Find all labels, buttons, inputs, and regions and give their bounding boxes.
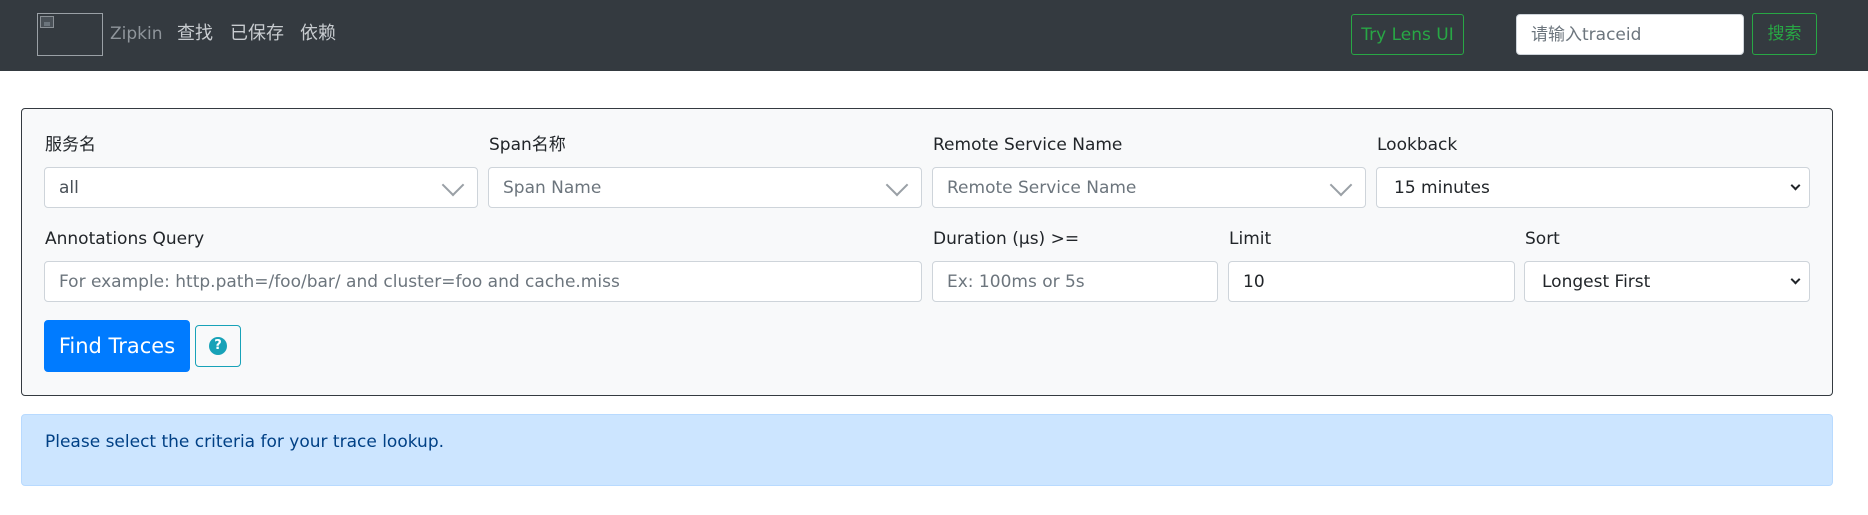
limit-input[interactable]: 10 — [1228, 261, 1515, 302]
chevron-down-icon — [1329, 173, 1353, 196]
sort-label: Sort — [1525, 229, 1560, 249]
service-name-select[interactable]: all — [44, 167, 478, 208]
lookback-label: Lookback — [1377, 135, 1458, 155]
duration-placeholder: Ex: 100ms or 5s — [947, 271, 1085, 292]
annotations-query-placeholder: For example: http.path=/foo/bar/ and clu… — [59, 271, 620, 292]
span-name-placeholder: Span Name — [503, 177, 602, 198]
info-alert: Please select the criteria for your trac… — [21, 414, 1833, 486]
help-button[interactable]: ? — [195, 325, 241, 367]
broken-image-icon — [40, 16, 54, 28]
zipkin-logo-image[interactable] — [37, 13, 103, 56]
sort-value: Longest First — [1542, 271, 1651, 292]
sort-select[interactable]: Longest First — [1524, 261, 1810, 302]
duration-label: Duration (μs) >= — [933, 229, 1080, 249]
find-traces-button[interactable]: Find Traces — [44, 320, 190, 372]
nav-link-dependencies[interactable]: 依赖 — [300, 23, 336, 45]
annotations-query-label: Annotations Query — [45, 229, 205, 249]
nav-link-find[interactable]: 查找 — [177, 23, 213, 45]
info-message: Please select the criteria for your trac… — [45, 432, 445, 452]
brand-name[interactable]: Zipkin — [110, 24, 163, 44]
remote-service-name-select[interactable]: Remote Service Name — [932, 167, 1366, 208]
remote-service-name-label: Remote Service Name — [933, 135, 1123, 155]
duration-input[interactable]: Ex: 100ms or 5s — [932, 261, 1218, 302]
annotations-query-input[interactable]: For example: http.path=/foo/bar/ and clu… — [44, 261, 922, 302]
try-lens-ui-button[interactable]: Try Lens UI — [1351, 14, 1464, 55]
search-form-panel: 服务名 Span名称 Remote Service Name Lookback … — [21, 108, 1833, 396]
nav-link-saved[interactable]: 已保存 — [230, 23, 284, 45]
chevron-down-icon — [441, 173, 465, 196]
traceid-search-button[interactable]: 搜索 — [1752, 13, 1817, 55]
span-name-select[interactable]: Span Name — [488, 167, 922, 208]
chevron-down-icon — [1790, 180, 1801, 190]
limit-label: Limit — [1229, 229, 1272, 249]
top-navbar: Zipkin 查找 已保存 依赖 Try Lens UI 搜索 — [0, 0, 1868, 71]
remote-service-name-placeholder: Remote Service Name — [947, 177, 1137, 198]
service-name-value: all — [59, 177, 79, 198]
lookback-value: 15 minutes — [1394, 177, 1490, 198]
lookback-select[interactable]: 15 minutes — [1376, 167, 1810, 208]
chevron-down-icon — [885, 173, 909, 196]
chevron-down-icon — [1790, 274, 1801, 284]
limit-value: 10 — [1243, 271, 1265, 292]
traceid-input[interactable] — [1516, 14, 1744, 55]
question-circle-icon: ? — [209, 337, 227, 355]
span-name-label: Span名称 — [489, 135, 566, 155]
service-name-label: 服务名 — [45, 135, 96, 155]
